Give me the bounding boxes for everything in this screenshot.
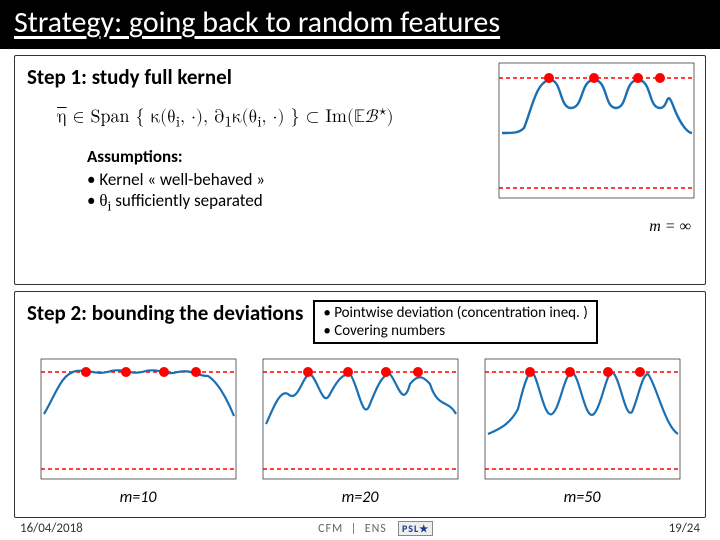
step2-heading: Step 2: bounding the deviations (27, 300, 303, 326)
step2-panel: Step 2: bounding the deviations Pointwis… (14, 291, 706, 518)
slide-title: Strategy: going back to random features (0, 0, 720, 49)
step1-panel: Step 1: study full kernel η ∈ Span { κ(θ… (14, 55, 706, 285)
footer-logos: CFM | ENS PSL★ (318, 522, 433, 536)
plot-m50-caption: m=50 (471, 488, 693, 507)
logo-psl: PSL★ (398, 521, 433, 536)
plot-m-infinity-caption: m = ∞ (494, 217, 699, 236)
plot-m10: m=10 (27, 354, 249, 507)
plot-m10-caption: m=10 (27, 488, 249, 507)
footer-page: 19/24 (669, 521, 700, 536)
plot-m20: m=20 (249, 354, 471, 507)
plot-m-infinity: m = ∞ (494, 58, 699, 236)
theta-i: θi (99, 191, 111, 210)
devbox-line1: Pointwise deviation (concentration ineq.… (323, 304, 587, 322)
logo-cfm: CFM (318, 522, 343, 536)
plot-m20-caption: m=20 (249, 488, 471, 507)
footer-date: 16/04/2018 (20, 521, 83, 536)
deviations-box: Pointwise deviation (concentration ineq.… (313, 300, 597, 344)
plot-m50: m=50 (471, 354, 693, 507)
devbox-line2: Covering numbers (323, 322, 587, 340)
logo-ens: ENS (365, 522, 387, 536)
assumption-2-text: sufficiently separated (111, 190, 262, 211)
slide-footer: 16/04/2018 CFM | ENS PSL★ 19/24 (0, 521, 720, 536)
